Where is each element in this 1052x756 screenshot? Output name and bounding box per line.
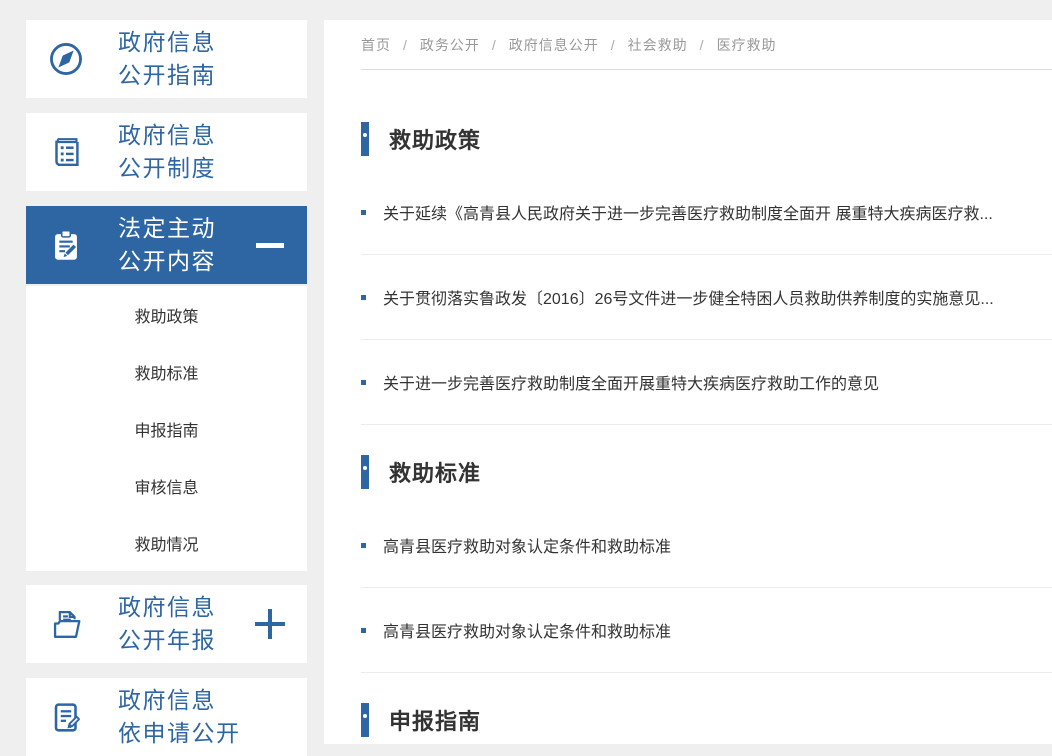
sidebar-item-2[interactable]: 政府信息 公开制度: [26, 113, 307, 191]
list-item-link[interactable]: 高青县医疗救助对象认定条件和救助标准: [383, 618, 671, 642]
sidebar-item-label-line1: 政府信息: [118, 119, 216, 152]
submenu-item[interactable]: 救助情况: [26, 514, 307, 571]
collapse-icon[interactable]: [255, 230, 285, 260]
breadcrumb-separator: /: [700, 37, 705, 53]
list-item-link[interactable]: 高青县医疗救助对象认定条件和救助标准: [383, 533, 671, 557]
sidebar-item-5[interactable]: 政府信息 依申请公开: [26, 678, 307, 756]
list-item: 关于进一步完善医疗救助制度全面开展重特大疾病医疗救助工作的意见: [361, 340, 1052, 425]
bullet-icon: [361, 380, 366, 385]
bullet-icon: [361, 628, 366, 633]
submenu-item[interactable]: 申报指南: [26, 400, 307, 457]
sidebar-item-label: 政府信息 公开制度: [118, 119, 216, 185]
content-section: 救助政策 关于延续《高青县人民政府关于进一步完善医疗救助制度全面开 展重特大疾病…: [361, 70, 1052, 425]
submenu-item[interactable]: 救助标准: [26, 343, 307, 400]
section-marker-icon: [361, 455, 369, 489]
list-item: 高青县医疗救助对象认定条件和救助标准: [361, 588, 1052, 673]
breadcrumb-separator: /: [492, 37, 497, 53]
content-section: 救助标准 高青县医疗救助对象认定条件和救助标准 高青县医疗救助对象认定条件和救助…: [361, 425, 1052, 673]
section-title-text: 救助标准: [389, 456, 481, 488]
sidebar-item-label-line1: 法定主动: [118, 212, 216, 245]
list-item-link[interactable]: 关于进一步完善医疗救助制度全面开展重特大疾病医疗救助工作的意见: [383, 370, 879, 394]
sidebar-submenu: 救助政策救助标准申报指南审核信息救助情况: [26, 286, 307, 571]
sidebar: 政府信息 公开指南 政府信息 公开制度 法定主动 公开内容 救助政策救助标准申报…: [26, 20, 307, 744]
breadcrumb-link[interactable]: 社会救助: [628, 35, 688, 55]
breadcrumb-separator: /: [403, 37, 408, 53]
page: 政府信息 公开指南 政府信息 公开制度 法定主动 公开内容 救助政策救助标准申报…: [0, 0, 1052, 744]
compass-icon: [47, 40, 85, 78]
section-marker-icon: [361, 122, 369, 156]
bullet-icon: [361, 210, 366, 215]
sidebar-item-label-line2: 依申请公开: [118, 717, 241, 750]
section-title: 救助政策: [361, 70, 1052, 170]
section-marker-icon: [361, 703, 369, 737]
sections: 救助政策 关于延续《高青县人民政府关于进一步完善医疗救助制度全面开 展重特大疾病…: [361, 70, 1052, 751]
list-item: 关于延续《高青县人民政府关于进一步完善医疗救助制度全面开 展重特大疾病医疗救..…: [361, 170, 1052, 255]
list-item: 高青县医疗救助对象认定条件和救助标准: [361, 503, 1052, 588]
section-items: 高青县医疗救助对象认定条件和救助标准 高青县医疗救助对象认定条件和救助标准: [361, 503, 1052, 673]
content-section: 申报指南: [361, 673, 1052, 751]
breadcrumb-link[interactable]: 首页: [361, 35, 391, 55]
sidebar-item-label-line2: 公开制度: [118, 152, 216, 185]
sidebar-item-label: 政府信息 公开指南: [118, 26, 216, 92]
sidebar-item-label-line1: 政府信息: [118, 26, 216, 59]
sidebar-item-3[interactable]: 法定主动 公开内容: [26, 206, 307, 284]
content-inner: 首页 / 政务公开 / 政府信息公开 / 社会救助 / 医疗救助 救助政策 关于延续《高青县人民…: [324, 20, 1052, 751]
sidebar-item-label-line1: 政府信息: [118, 591, 216, 624]
sidebar-item-label-line2: 公开内容: [118, 245, 216, 278]
breadcrumb-separator: /: [611, 37, 616, 53]
rules-book-icon: [47, 133, 85, 171]
sidebar-item-label-line2: 公开指南: [118, 59, 216, 92]
list-item-link[interactable]: 关于贯彻落实鲁政发〔2016〕26号文件进一步健全特困人员救助供养制度的实施意见…: [383, 285, 994, 309]
list-item-link[interactable]: 关于延续《高青县人民政府关于进一步完善医疗救助制度全面开 展重特大疾病医疗救..…: [383, 200, 993, 224]
sidebar-item-label: 政府信息 公开年报: [118, 591, 216, 657]
expand-icon[interactable]: [255, 609, 285, 639]
sidebar-item-label: 政府信息 依申请公开: [118, 684, 241, 750]
breadcrumb-link[interactable]: 政务公开: [420, 35, 480, 55]
submenu-item[interactable]: 审核信息: [26, 457, 307, 514]
section-title-text: 救助政策: [389, 123, 481, 155]
breadcrumb: 首页 / 政务公开 / 政府信息公开 / 社会救助 / 医疗救助: [361, 20, 1052, 70]
section-title: 救助标准: [361, 425, 1052, 503]
annual-report-folder-icon: [47, 605, 85, 643]
breadcrumb-current: 医疗救助: [717, 35, 777, 55]
main-content: 首页 / 政务公开 / 政府信息公开 / 社会救助 / 医疗救助 救助政策 关于延续《高青县人民…: [324, 20, 1052, 744]
sidebar-item-1[interactable]: 政府信息 公开指南: [26, 20, 307, 98]
sidebar-item-label-line2: 公开年报: [118, 624, 216, 657]
bullet-icon: [361, 543, 366, 548]
section-items: 关于延续《高青县人民政府关于进一步完善医疗救助制度全面开 展重特大疾病医疗救..…: [361, 170, 1052, 425]
sidebar-item-label: 法定主动 公开内容: [118, 212, 216, 278]
breadcrumb-link[interactable]: 政府信息公开: [509, 35, 599, 55]
section-title-text: 申报指南: [389, 704, 481, 736]
clipboard-pencil-icon: [47, 226, 85, 264]
submenu-item[interactable]: 救助政策: [26, 286, 307, 343]
section-title: 申报指南: [361, 673, 1052, 751]
list-item: 关于贯彻落实鲁政发〔2016〕26号文件进一步健全特困人员救助供养制度的实施意见…: [361, 255, 1052, 340]
bullet-icon: [361, 295, 366, 300]
sidebar-item-label-line1: 政府信息: [118, 684, 241, 717]
application-doc-icon: [47, 698, 85, 736]
sidebar-item-4[interactable]: 政府信息 公开年报: [26, 585, 307, 663]
